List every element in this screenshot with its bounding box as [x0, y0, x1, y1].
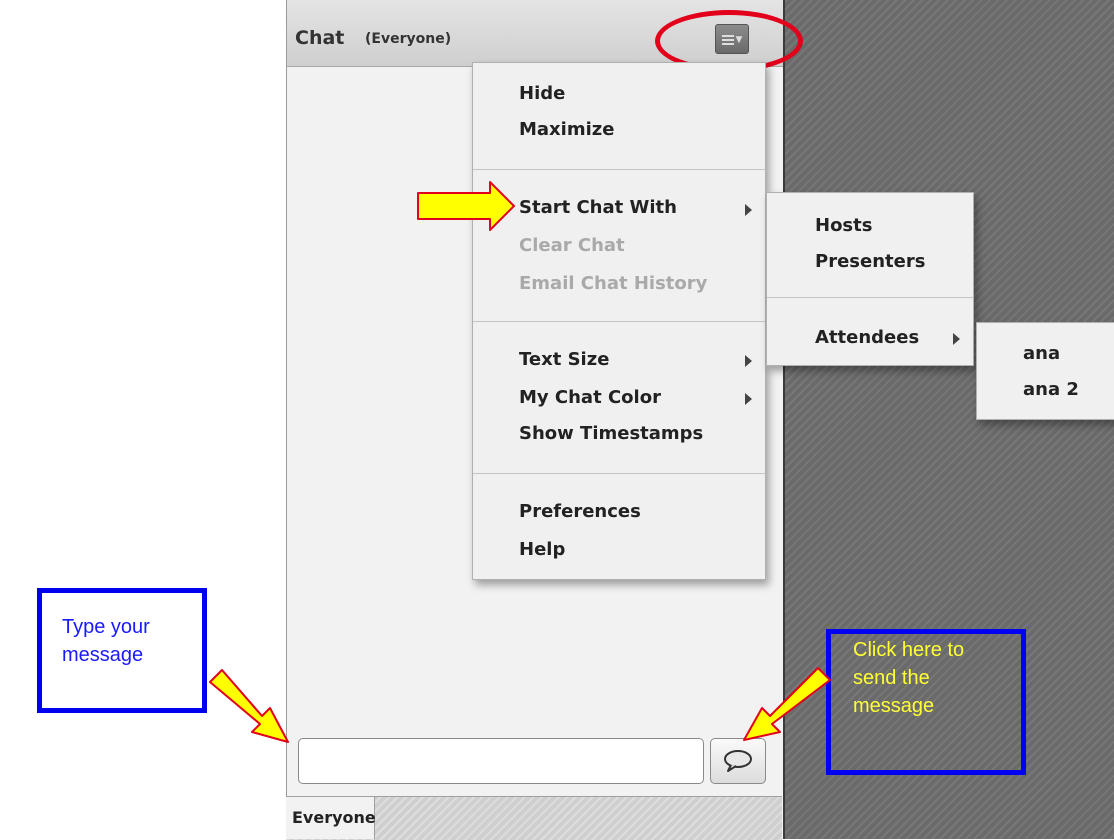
submenu-arrow-icon [745, 204, 752, 216]
chat-message-input[interactable] [298, 738, 704, 784]
menu-item-clear-chat: Clear Chat [519, 235, 625, 256]
menu-item-start-chat-with[interactable]: Start Chat With [519, 197, 677, 218]
send-message-button[interactable] [710, 738, 766, 784]
annotation-line: Click here to [853, 639, 965, 661]
arrow-down-right-icon [209, 669, 289, 743]
menu-item-maximize[interactable]: Maximize [519, 119, 614, 140]
submenu-item-presenters[interactable]: Presenters [815, 251, 925, 272]
menu-item-hide[interactable]: Hide [519, 83, 565, 104]
chat-pod-title: Chat [295, 27, 345, 49]
menu-item-show-timestamps[interactable]: Show Timestamps [519, 423, 703, 444]
menu-item-help[interactable]: Help [519, 539, 565, 560]
attendee-item[interactable]: ana 2 [1023, 379, 1079, 400]
annotation-send-message: Click here to send the message [826, 629, 1026, 775]
menu-item-text-size[interactable]: Text Size [519, 349, 609, 370]
annotation-line: send the [853, 667, 930, 689]
menu-separator [767, 297, 973, 298]
annotation-type-message: Type your message [37, 588, 207, 713]
menu-item-my-chat-color[interactable]: My Chat Color [519, 387, 661, 408]
submenu-item-attendees[interactable]: Attendees [815, 327, 919, 348]
tab-everyone[interactable]: Everyone [286, 797, 376, 839]
menu-item-email-chat-history: Email Chat History [519, 273, 708, 294]
speech-bubble-icon [724, 750, 752, 772]
chat-pod-scope: (Everyone) [365, 31, 452, 47]
submenu-item-hosts[interactable]: Hosts [815, 215, 872, 236]
menu-separator [473, 473, 765, 474]
attendee-item[interactable]: ana [1023, 343, 1060, 364]
submenu-arrow-icon [745, 355, 752, 367]
menu-item-preferences[interactable]: Preferences [519, 501, 641, 522]
annotation-line: message [853, 695, 935, 717]
pod-options-menu: Hide Maximize Start Chat With Clear Chat… [472, 62, 766, 580]
submenu-arrow-icon [745, 393, 752, 405]
menu-separator [473, 169, 765, 170]
attendees-submenu: ana ana 2 [976, 322, 1114, 420]
start-chat-submenu: Hosts Presenters Attendees [766, 192, 974, 366]
submenu-arrow-icon [953, 333, 960, 345]
menu-separator [473, 321, 765, 322]
